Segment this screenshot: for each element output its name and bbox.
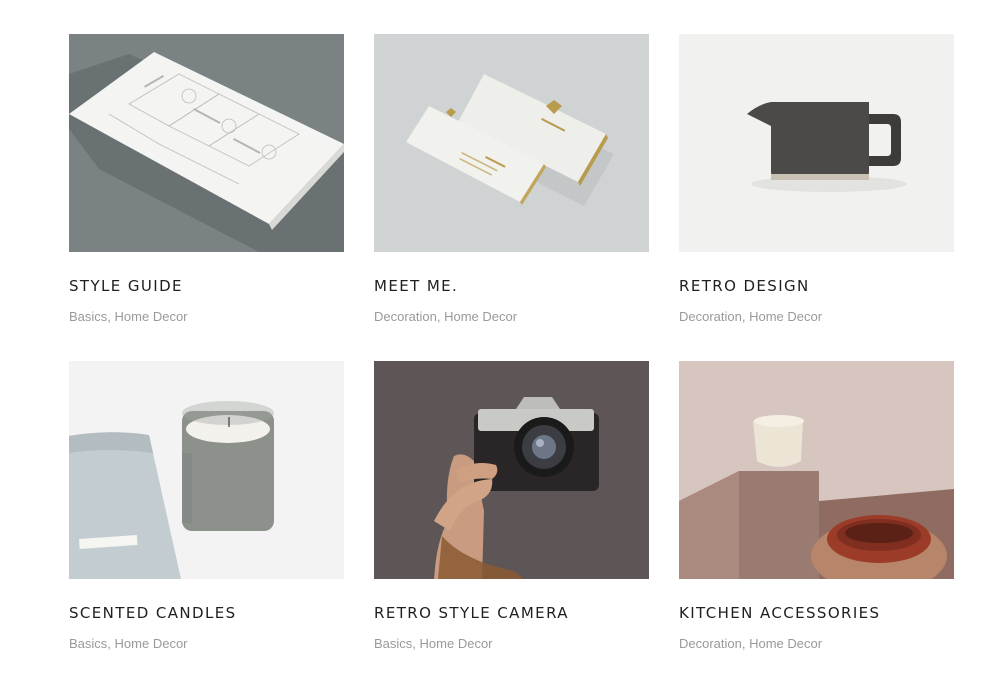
category-separator: , [107,309,115,324]
pitcher-image[interactable] [679,34,954,252]
category-link[interactable]: Basics [374,636,412,651]
category-link[interactable]: Basics [69,309,107,324]
portfolio-item-title[interactable]: SCENTED CANDLES [69,604,237,622]
category-link[interactable]: Basics [69,636,107,651]
category-separator: , [412,636,420,651]
portfolio-grid: STYLE GUIDE Basics, Home Decor MEET ME. … [69,34,954,688]
category-separator: , [107,636,115,651]
category-link[interactable]: Home Decor [115,309,188,324]
category-link[interactable]: Decoration [679,309,742,324]
portfolio-item-categories: Basics, Home Decor [374,636,493,651]
portfolio-item-title[interactable]: RETRO STYLE CAMERA [374,604,569,622]
style-guide-print-image[interactable] [69,34,344,252]
business-card-image[interactable] [374,34,649,252]
portfolio-item[interactable]: SCENTED CANDLES Basics, Home Decor [69,361,344,688]
category-link[interactable]: Home Decor [749,309,822,324]
portfolio-item[interactable]: KITCHEN ACCESSORIES Decoration, Home Dec… [679,361,954,688]
kitchen-bowls-image[interactable] [679,361,954,579]
category-link[interactable]: Home Decor [749,636,822,651]
portfolio-item-categories: Basics, Home Decor [69,309,188,324]
category-link[interactable]: Decoration [374,309,437,324]
portfolio-item-title[interactable]: MEET ME. [374,277,458,295]
portfolio-page: STYLE GUIDE Basics, Home Decor MEET ME. … [0,0,1000,690]
portfolio-item[interactable]: RETRO DESIGN Decoration, Home Decor [679,34,954,361]
portfolio-item-title[interactable]: STYLE GUIDE [69,277,183,295]
portfolio-item-title[interactable]: RETRO DESIGN [679,277,810,295]
portfolio-item[interactable]: STYLE GUIDE Basics, Home Decor [69,34,344,361]
portfolio-item-categories: Basics, Home Decor [69,636,188,651]
camera-image[interactable] [374,361,649,579]
portfolio-item-categories: Decoration, Home Decor [679,309,822,324]
portfolio-item-title[interactable]: KITCHEN ACCESSORIES [679,604,880,622]
portfolio-item-categories: Decoration, Home Decor [374,309,517,324]
portfolio-item[interactable]: RETRO STYLE CAMERA Basics, Home Decor [374,361,649,688]
category-link[interactable]: Decoration [679,636,742,651]
category-link[interactable]: Home Decor [444,309,517,324]
portfolio-item[interactable]: MEET ME. Decoration, Home Decor [374,34,649,361]
category-link[interactable]: Home Decor [420,636,493,651]
candle-image[interactable] [69,361,344,579]
category-link[interactable]: Home Decor [115,636,188,651]
portfolio-item-categories: Decoration, Home Decor [679,636,822,651]
